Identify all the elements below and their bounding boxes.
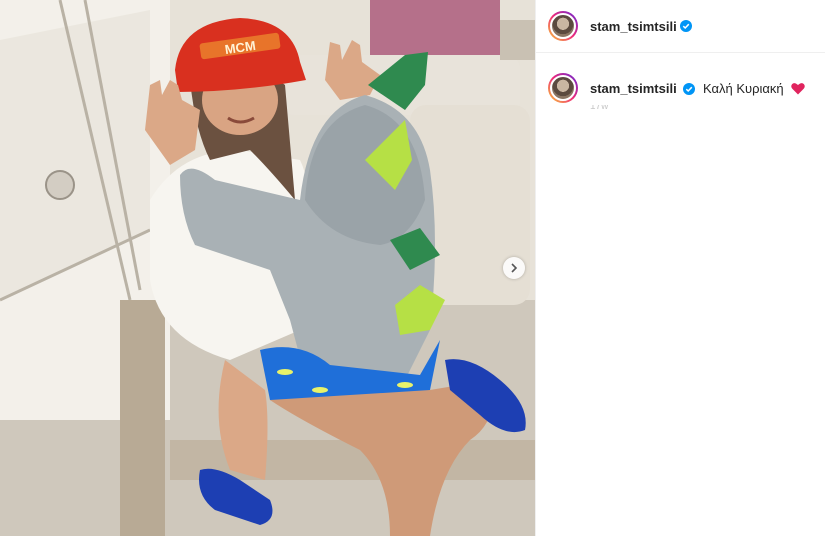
post-header: stam_tsimtsili: [536, 0, 825, 53]
post-photo[interactable]: MCM: [0, 0, 535, 536]
caption-text: stam_tsimtsili Καλή Κυριακή: [590, 81, 805, 96]
author-username[interactable]: stam_tsimtsili: [590, 19, 677, 34]
verified-badge-icon: [679, 20, 692, 32]
post-image: MCM: [0, 0, 535, 536]
caption-username[interactable]: stam_tsimtsili: [590, 81, 677, 96]
post-timestamp: 17w: [590, 105, 609, 111]
caption-message: Καλή Κυριακή: [702, 80, 784, 96]
post-side-panel: stam_tsimtsili stam_tsimtsili Καλή Κυρια…: [535, 0, 825, 536]
caption-row: stam_tsimtsili Καλή Κυριακή: [536, 53, 825, 103]
chevron-right-icon: [511, 263, 518, 273]
next-photo-button[interactable]: [503, 257, 525, 279]
red-heart-icon: [791, 82, 805, 94]
caption-avatar[interactable]: [548, 73, 578, 103]
author-avatar[interactable]: [548, 11, 578, 41]
verified-badge-icon: [683, 82, 696, 95]
